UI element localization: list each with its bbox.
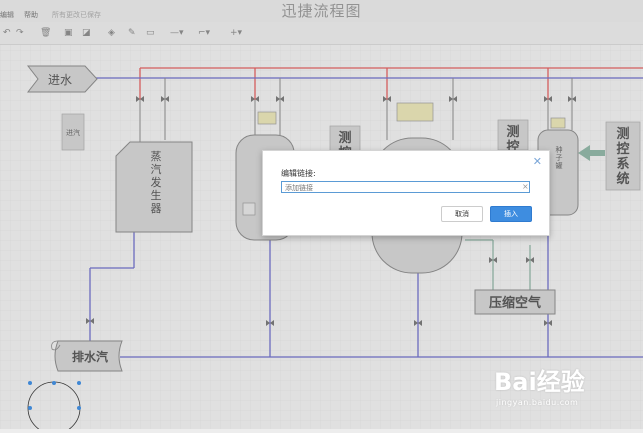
clear-input-icon[interactable]: ×	[522, 182, 529, 191]
edit-link-dialog: 编辑链接: ✕ 添加链接 × 取消 插入	[262, 150, 550, 236]
insert-button[interactable]: 插入	[490, 206, 532, 222]
close-icon[interactable]: ✕	[533, 155, 542, 168]
cancel-button[interactable]: 取消	[441, 206, 483, 222]
watermark-url: jingyan.baidu.com	[496, 398, 579, 407]
watermark-brand: Bai经验	[494, 368, 585, 396]
baidu-watermark: Bai经验 jingyan.baidu.com	[494, 362, 634, 417]
link-input[interactable]: 添加链接	[281, 181, 530, 193]
dialog-title: 编辑链接:	[281, 169, 316, 178]
